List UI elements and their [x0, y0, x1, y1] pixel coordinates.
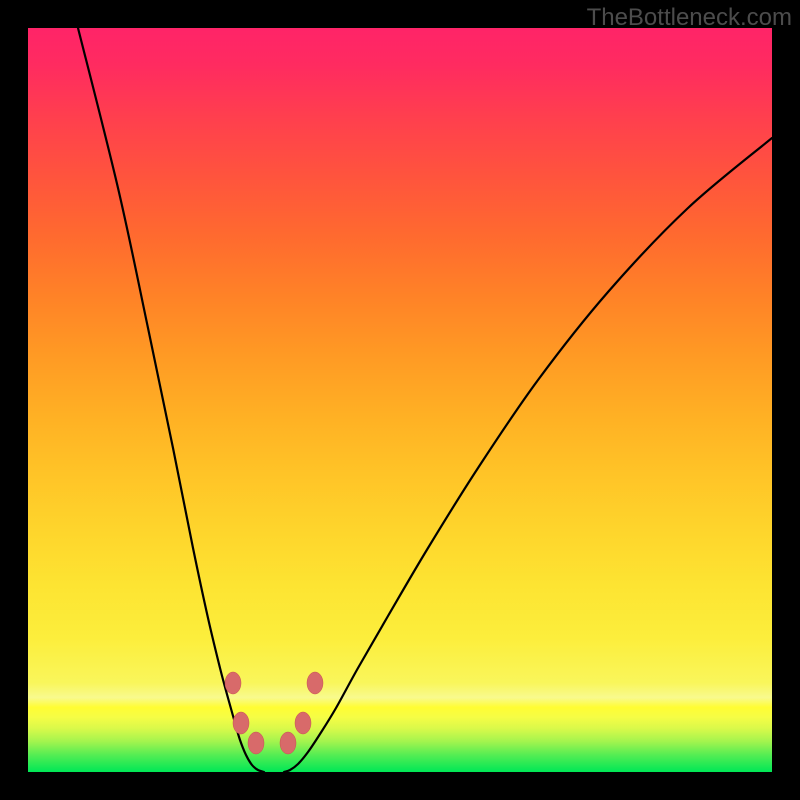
marker-dot — [280, 732, 296, 754]
marker-dot — [295, 712, 311, 734]
right-curve — [284, 138, 772, 772]
chart-overlay — [28, 28, 772, 772]
marker-dot — [233, 712, 249, 734]
chart-frame — [28, 28, 772, 772]
watermark-text: TheBottleneck.com — [587, 4, 792, 32]
marker-dot — [225, 672, 241, 694]
marker-dot — [307, 672, 323, 694]
left-curve — [78, 28, 264, 772]
marker-dot — [248, 732, 264, 754]
